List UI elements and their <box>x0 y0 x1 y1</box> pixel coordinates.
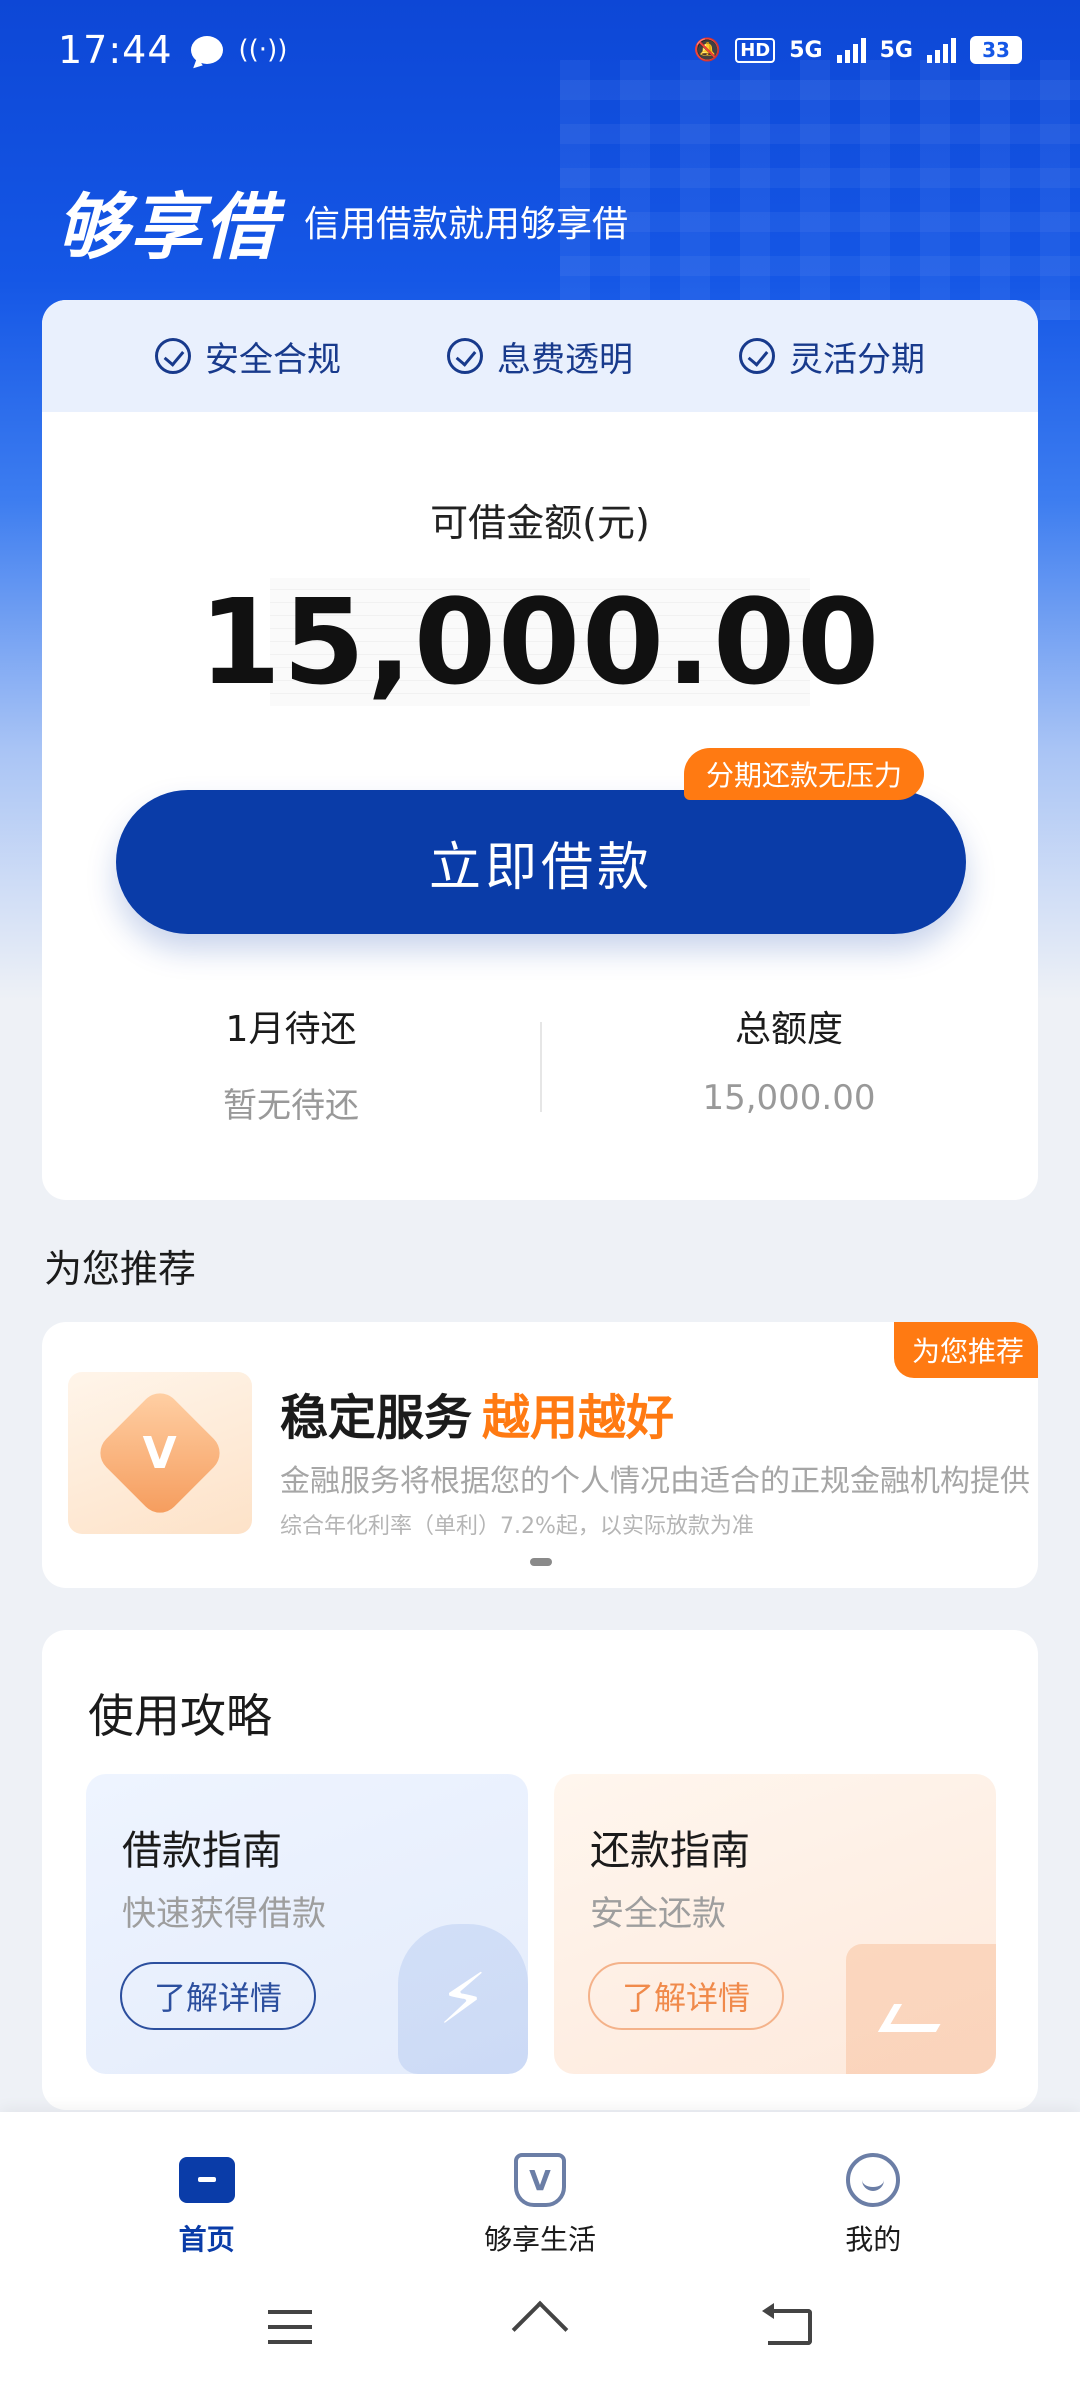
back-icon <box>762 2303 812 2345</box>
feature-label: 息费透明 <box>497 339 633 380</box>
signal-icon-1 <box>836 37 866 63</box>
learn-more-button[interactable]: 了解详情 <box>588 1962 784 2030</box>
recommend-image: V <box>68 1372 252 1534</box>
app-slogan: 信用借款就用够享借 <box>304 203 629 245</box>
recommend-rate-note: 综合年化利率（单利）7.2%起，以实际放款为准 <box>280 1514 754 1539</box>
system-home-button[interactable] <box>510 2302 570 2352</box>
recommend-section-title: 为您推荐 <box>44 1247 197 1291</box>
carousel-indicator <box>530 1558 552 1566</box>
mute-icon: 🔕 <box>693 37 722 63</box>
life-icon: V <box>513 2153 566 2207</box>
borrow-now-button[interactable]: 立即借款 <box>116 790 966 934</box>
check-circle-icon <box>155 338 191 374</box>
stat-title: 总额度 <box>734 1009 843 1050</box>
stat-value: 15,000.00 <box>702 1078 876 1118</box>
available-amount-value: 15,000.00 <box>198 573 882 711</box>
profile-icon <box>846 2153 901 2207</box>
status-bar: 17:44 ((·)) 🔕 HD 5G 5G 33 <box>0 0 1080 100</box>
network-5g-label-1: 5G <box>789 37 823 63</box>
tab-label: 够享生活 <box>483 2223 596 2256</box>
guide-item-subtitle: 快速获得借款 <box>122 1894 326 1934</box>
feature-strip: 安全合规 息费透明 灵活分期 <box>42 300 1038 412</box>
tab-profile[interactable]: 我的 <box>763 2152 983 2258</box>
house-icon <box>514 2307 566 2347</box>
guide-item-subtitle: 安全还款 <box>590 1894 726 1934</box>
status-time: 17:44 <box>58 28 173 72</box>
guide-title: 使用攻略 <box>88 1689 272 1743</box>
stat-divider <box>540 1022 542 1112</box>
repay-guide-item[interactable]: 还款指南 安全还款 了解详情 <box>554 1774 996 2074</box>
recommend-tag: 为您推荐 <box>893 1322 1038 1378</box>
recent-apps-button[interactable] <box>260 2302 320 2352</box>
stat-monthly-due[interactable]: 1月待还 暂无待还 <box>42 1000 540 1127</box>
stat-total-limit[interactable]: 总额度 15,000.00 <box>540 1000 1038 1127</box>
system-navigation-bar <box>0 2302 1080 2352</box>
feature-item: 息费透明 <box>447 332 633 381</box>
tab-life[interactable]: V 够享生活 <box>430 2152 650 2258</box>
stat-value: 暂无待还 <box>223 1086 359 1126</box>
tab-home[interactable]: 首页 <box>97 2152 317 2258</box>
repay-card-icon <box>846 1944 996 2074</box>
app-header: 够享借 信用借款就用够享借 <box>56 168 628 273</box>
battery-icon: 33 <box>970 36 1022 64</box>
installment-tag: 分期还款无压力 <box>684 748 925 800</box>
feature-item: 安全合规 <box>155 332 341 381</box>
learn-more-button[interactable]: 了解详情 <box>120 1962 316 2030</box>
app-logo: 够享借 <box>56 185 279 269</box>
menu-icon <box>268 2310 312 2344</box>
stat-title: 1月待还 <box>225 1009 357 1050</box>
home-icon <box>178 2157 235 2203</box>
loan-card: 安全合规 息费透明 灵活分期 可借金额(元) 15,000.00 立即借款 分期… <box>42 300 1038 1200</box>
bottom-navigation: 首页 V 够享生活 我的 <box>0 2112 1080 2408</box>
guide-item-title: 还款指南 <box>590 1828 750 1874</box>
message-notification-icon <box>190 36 223 64</box>
loan-guide-item[interactable]: 借款指南 快速获得借款 了解详情 ⚡ <box>86 1774 528 2074</box>
available-amount-box: 15,000.00 <box>199 573 879 711</box>
tab-label: 我的 <box>845 2223 902 2256</box>
loan-stats: 1月待还 暂无待还 总额度 15,000.00 <box>42 1000 1038 1127</box>
recommend-title: 稳定服务 越用越好 <box>280 1378 674 1448</box>
recommend-title-main: 稳定服务 <box>280 1390 473 1446</box>
feature-label: 安全合规 <box>205 339 341 380</box>
hd-icon: HD <box>735 37 776 63</box>
feature-item: 灵活分期 <box>739 332 925 381</box>
feature-label: 灵活分期 <box>789 339 925 380</box>
guide-item-title: 借款指南 <box>122 1828 282 1874</box>
recommend-title-accent: 越用越好 <box>482 1390 675 1446</box>
tab-label: 首页 <box>178 2223 235 2256</box>
guide-card: 使用攻略 借款指南 快速获得借款 了解详情 ⚡ 还款指南 安全还款 了解详情 <box>42 1630 1038 2110</box>
available-amount-label: 可借金额(元) <box>430 501 650 545</box>
check-circle-icon <box>447 338 483 374</box>
network-5g-label-2: 5G <box>879 37 913 63</box>
system-back-button[interactable] <box>760 2302 820 2352</box>
recommend-description: 金融服务将根据您的个人情况由适合的正规金融机构提供 <box>280 1464 1030 1499</box>
hotspot-icon: ((·)) <box>238 35 288 65</box>
signal-icon-2 <box>927 37 956 63</box>
recommend-card[interactable]: 为您推荐 V 稳定服务 越用越好 金融服务将根据您的个人情况由适合的正规金融机构提… <box>42 1322 1038 1588</box>
lightning-shield-icon: ⚡ <box>398 1924 528 2074</box>
check-circle-icon <box>739 338 775 374</box>
badge-v-icon: V <box>92 1385 228 1521</box>
